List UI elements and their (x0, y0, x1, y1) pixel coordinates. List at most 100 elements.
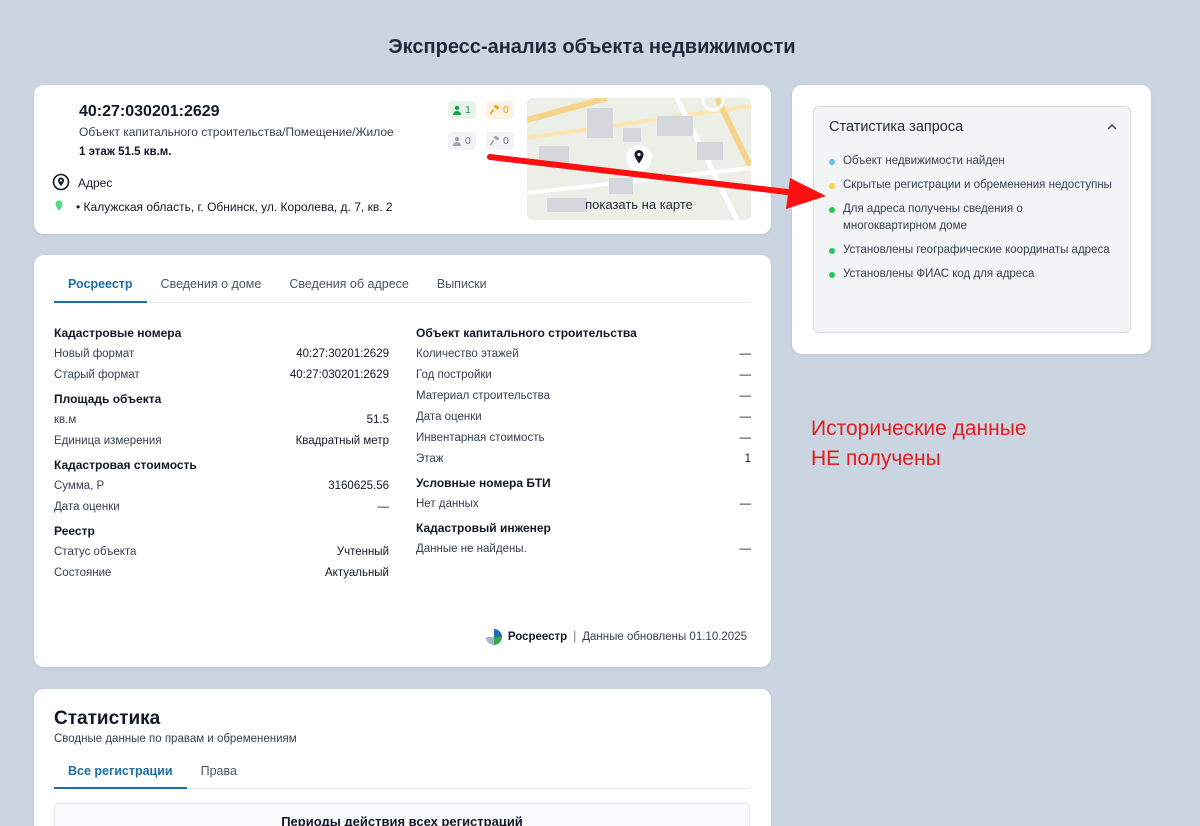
field-value: Учтенный (336, 546, 389, 558)
status-dot (829, 183, 835, 189)
section-title: Кадастровые номера (54, 326, 182, 340)
field-row: Данные не найдены. — (416, 541, 751, 562)
details-tabs: Росреестр Сведения о доме Сведения об ад… (54, 269, 750, 303)
field-row: кв.м 51.5 (54, 412, 389, 433)
tab-rights[interactable]: Права (187, 757, 251, 789)
field-row: Нет данных — (416, 496, 751, 517)
field-label: Сумма, Р (54, 480, 105, 492)
list-item: Объект недвижимости найден (829, 153, 1119, 170)
field-value: — (377, 501, 390, 513)
field-label: Новый формат (54, 348, 135, 360)
stat-text: Объект недвижимости найден (843, 155, 1005, 167)
field-row: Статус объекта Учтенный (54, 544, 389, 565)
field-row: Год постройки — (416, 367, 751, 388)
field-label: Статус объекта (54, 546, 137, 558)
right-column: Объект капитального строительства Количе… (416, 325, 751, 562)
field-row: Материал строительства — (416, 388, 751, 409)
tab-rosreestr[interactable]: Росреестр (54, 269, 147, 303)
field-label: кв.м (54, 414, 77, 426)
annotation-line: Исторические данные (811, 417, 1027, 440)
request-stats-panel: Статистика запроса Объект недвижимости н… (813, 106, 1131, 333)
list-item: Скрытые регистрации и обременения недост… (829, 177, 1119, 194)
statistics-title: Статистика (54, 708, 161, 729)
address-label: Адрес (78, 176, 113, 190)
field-value: — (739, 390, 752, 402)
tab-house-info[interactable]: Сведения о доме (147, 269, 276, 303)
field-label: Инвентарная стоимость (416, 432, 545, 444)
field-row: Единица измерения Квадратный метр (54, 433, 389, 454)
floor-area: 1 этаж 51.5 кв.м. (79, 146, 172, 158)
field-label: Этаж (416, 453, 444, 465)
field-label: Количество этажей (416, 348, 519, 360)
tab-address-info[interactable]: Сведения об адресе (275, 269, 423, 303)
field-value: — (739, 348, 752, 360)
list-item: Установлены ФИАС код для адреса (829, 266, 1119, 283)
person-icon (453, 136, 461, 146)
owners-badge: 1 (448, 101, 476, 119)
stat-text: Установлены географические координаты ад… (843, 244, 1110, 256)
location-marker-icon (55, 200, 63, 211)
field-label: Нет данных (416, 498, 479, 510)
section-title: Условные номера БТИ (416, 476, 551, 490)
chevron-up-icon[interactable] (1106, 121, 1118, 133)
source-brand: Росреестр (507, 631, 568, 643)
field-value: 3160625.56 (328, 480, 389, 492)
field-value: Актуальный (325, 567, 389, 579)
field-row: Количество этажей — (416, 346, 751, 367)
registrations-panel-title: Периоды действия всех регистраций (281, 814, 523, 826)
hidden-owners-badge: 0 (448, 132, 476, 150)
list-item: Для адреса получены сведения о многоквар… (829, 201, 1119, 235)
field-value: — (739, 543, 752, 555)
badge-value: 1 (465, 104, 471, 116)
map-preview[interactable]: показать на карте (527, 98, 751, 220)
field-label: Год постройки (416, 369, 492, 381)
stat-text: Для адреса получены сведения о многоквар… (843, 203, 1023, 232)
badge-value: 0 (503, 135, 509, 147)
statistics-tabs: Все регистрации Права (54, 757, 750, 789)
section-title: Реестр (54, 524, 95, 538)
request-stats-list: Объект недвижимости найден Скрытые регис… (829, 153, 1119, 290)
stat-text: Скрытые регистрации и обременения недост… (843, 179, 1112, 191)
field-value: — (739, 411, 752, 423)
field-value: — (739, 498, 752, 510)
field-value: 1 (744, 453, 751, 465)
list-item: Установлены географические координаты ад… (829, 242, 1119, 259)
field-row: Сумма, Р 3160625.56 (54, 478, 389, 499)
status-dot (829, 248, 835, 254)
field-row: Дата оценки — (54, 499, 389, 520)
object-card: 40:27:030201:2629 Объект капитального ст… (34, 85, 771, 234)
status-dot (829, 272, 835, 278)
section-title: Кадастровая стоимость (54, 458, 197, 472)
statistics-card: Статистика Сводные данные по правам и об… (34, 689, 771, 826)
rosreestr-logo-icon (485, 629, 502, 645)
source-separator: | (573, 631, 577, 643)
object-type: Объект капитального строительства/Помеще… (79, 125, 394, 139)
field-row: Состояние Актуальный (54, 565, 389, 586)
section-title: Площадь объекта (54, 392, 162, 406)
badge-value: 0 (503, 104, 509, 116)
show-on-map-button[interactable]: показать на карте (527, 194, 751, 220)
field-label: Дата оценки (54, 501, 120, 513)
field-row: Инвентарная стоимость — (416, 430, 751, 451)
annotation-text: Исторические данные НЕ получены (811, 414, 1027, 474)
section-title: Кадастровый инженер (416, 521, 551, 535)
data-source: Росреестр | Данные обновлены 01.10.2025 (485, 629, 747, 645)
field-value: — (739, 432, 752, 444)
field-row: Новый формат 40:27:30201:2629 (54, 346, 389, 367)
field-label: Дата оценки (416, 411, 482, 423)
request-stats-card: Статистика запроса Объект недвижимости н… (792, 85, 1151, 354)
field-label: Данные не найдены. (416, 543, 527, 555)
field-row: Этаж 1 (416, 451, 751, 472)
tab-all-registrations[interactable]: Все регистрации (54, 757, 187, 789)
tab-extracts[interactable]: Выписки (423, 269, 501, 303)
registrations-panel: Периоды действия всех регистраций (54, 803, 750, 826)
section-title: Объект капитального строительства (416, 326, 637, 340)
field-value: 40:27:030201:2629 (289, 369, 389, 381)
source-updated: Данные обновлены 01.10.2025 (582, 631, 747, 643)
left-column: Кадастровые номера Новый формат 40:27:302… (54, 325, 389, 586)
location-pin-icon (52, 173, 70, 191)
field-label: Состояние (54, 567, 112, 579)
details-card: Росреестр Сведения о доме Сведения об ад… (34, 255, 771, 667)
stat-text: Установлены ФИАС код для адреса (843, 268, 1035, 280)
field-value: 51.5 (366, 414, 389, 426)
